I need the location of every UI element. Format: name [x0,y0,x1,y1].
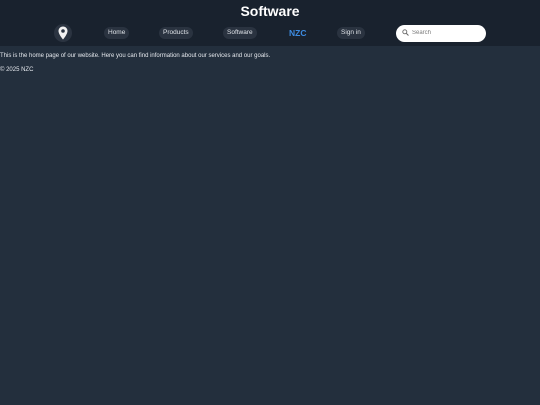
location-pin-icon [58,26,68,40]
main-content: This is the home page of our website. He… [0,52,540,61]
search-input[interactable] [412,27,480,39]
search-box[interactable] [396,25,486,42]
nav-link-software[interactable]: Software [223,27,257,39]
location-button[interactable] [54,24,72,42]
intro-text: This is the home page of our website. He… [0,53,271,59]
site-header: Software Home Products Software NZC Sign… [0,0,540,46]
nav-link-sign-in[interactable]: Sign in [337,27,365,39]
nav-brand-link[interactable]: NZC [289,26,306,40]
search-icon [402,29,409,36]
footer-copyright: © 2025 NZC [0,67,34,73]
page-title: Software [240,3,300,19]
nav-link-home[interactable]: Home [104,27,130,39]
nav-bar: Home Products Software NZC Sign in [0,24,540,44]
nav-link-products[interactable]: Products [159,27,193,39]
